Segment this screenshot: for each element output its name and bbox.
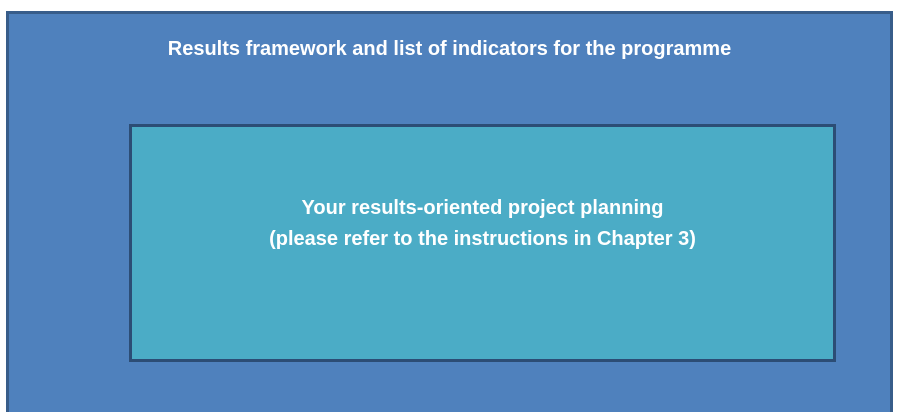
programme-framework-box: Results framework and list of indicators… bbox=[6, 11, 893, 412]
project-planning-line-2: (please refer to the instructions in Cha… bbox=[269, 228, 696, 250]
project-planning-box: Your results-oriented project planning (… bbox=[129, 124, 836, 362]
programme-framework-title: Results framework and list of indicators… bbox=[167, 38, 732, 60]
project-planning-line-1: Your results-oriented project planning bbox=[301, 197, 664, 219]
project-planning-text: Your results-oriented project planning (… bbox=[132, 193, 833, 255]
